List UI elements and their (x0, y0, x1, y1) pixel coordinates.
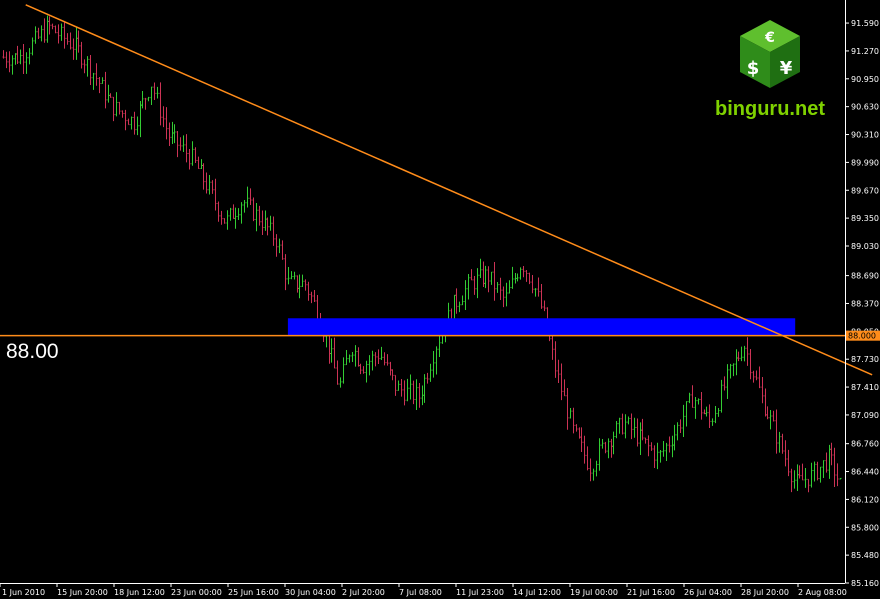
y-tick-label: 90.630 (851, 103, 879, 112)
y-tick-label: 90.310 (851, 131, 879, 140)
x-tick-label: 19 Jul 00:00 (570, 588, 618, 597)
x-tick-label: 23 Jun 00:00 (171, 588, 222, 597)
y-tick-label: 89.350 (851, 214, 879, 223)
x-tick-label: 2 Aug 08:00 (798, 588, 847, 597)
resistance-zone (287, 318, 796, 336)
level-price-label: 88.000 (848, 332, 876, 341)
y-tick-label: 90.950 (851, 75, 879, 84)
y-tick-label: 87.090 (851, 411, 879, 420)
svg-text:$: $ (747, 58, 760, 79)
y-tick-label: 87.730 (851, 355, 879, 364)
y-tick-label: 85.800 (851, 523, 879, 532)
y-tick-label: 85.160 (851, 579, 879, 588)
x-tick-label: 26 Jul 04:00 (684, 588, 732, 597)
y-tick-label: 91.270 (851, 47, 879, 56)
x-tick-label: 14 Jul 12:00 (513, 588, 561, 597)
y-tick-label: 87.410 (851, 383, 879, 392)
x-tick-label: 2 Jul 20:00 (342, 588, 385, 597)
y-tick-label: 89.990 (851, 158, 879, 167)
x-tick-label: 1 Jun 2010 (2, 588, 45, 597)
y-tick-label: 88.370 (851, 299, 879, 308)
x-tick-label: 7 Jul 08:00 (399, 588, 442, 597)
y-tick-label: 86.120 (851, 495, 879, 504)
level-label: 88.00 (6, 340, 59, 363)
x-tick-label: 21 Jul 16:00 (627, 588, 675, 597)
y-tick-label: 85.480 (851, 551, 879, 560)
y-tick-label: 88.690 (851, 272, 879, 281)
y-tick-label: 89.030 (851, 242, 879, 251)
x-tick-label: 11 Jul 23:00 (456, 588, 504, 597)
svg-text:€: € (764, 30, 775, 46)
y-tick-label: 91.590 (851, 19, 879, 28)
x-tick-label: 30 Jun 04:00 (285, 588, 336, 597)
y-tick-label: 89.670 (851, 186, 879, 195)
x-tick-label: 15 Jun 20:00 (57, 588, 108, 597)
x-tick-label: 18 Jun 12:00 (114, 588, 165, 597)
y-tick-label: 86.760 (851, 440, 879, 449)
x-tick-label: 28 Jul 20:00 (741, 588, 789, 597)
binguru-logo: € $ ¥ binguru.net (705, 18, 835, 130)
x-tick-label: 25 Jun 16:00 (228, 588, 279, 597)
y-tick-label: 86.440 (851, 468, 879, 477)
logo-brand-text: binguru.net (715, 98, 825, 120)
svg-text:¥: ¥ (780, 58, 793, 79)
